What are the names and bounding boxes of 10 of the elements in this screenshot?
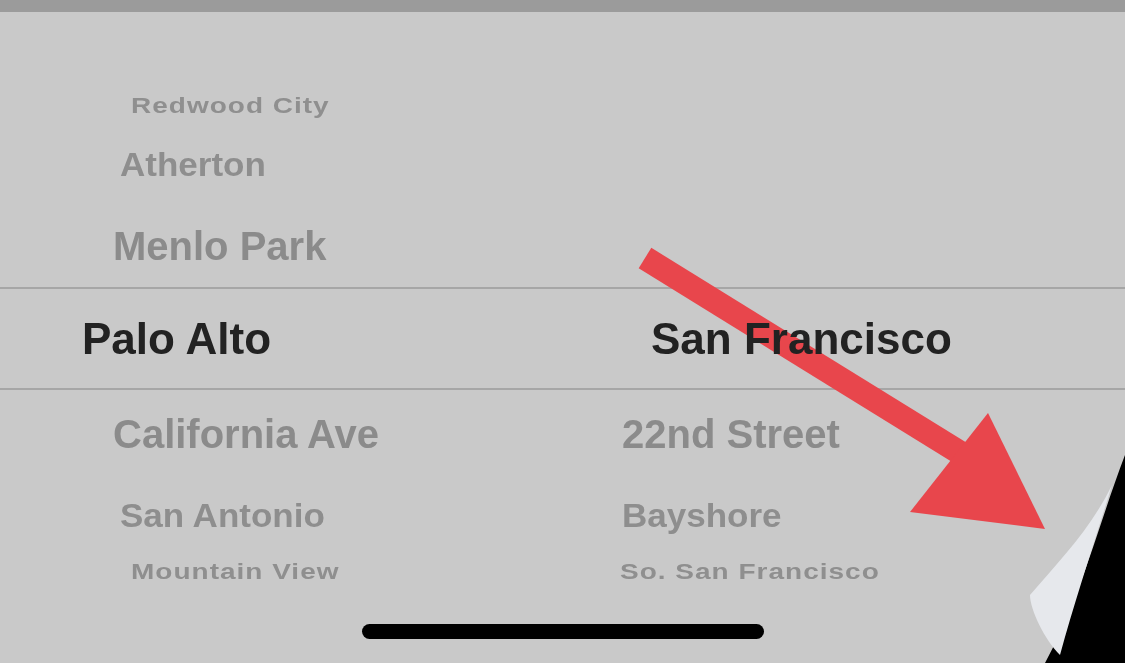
picker-option[interactable]: Atherton — [120, 147, 266, 182]
picker-option[interactable]: 22nd Street — [622, 414, 840, 454]
picker-option[interactable]: Menlo Park — [113, 226, 327, 266]
picker-option[interactable]: California Ave — [113, 414, 379, 454]
picker-option[interactable]: Bayshore — [622, 498, 782, 532]
picker-option[interactable]: Redwood City — [131, 94, 330, 118]
picker-option[interactable]: San Antonio — [120, 498, 325, 532]
picker-option[interactable]: So. San Francisco — [620, 560, 880, 584]
picker-option[interactable]: Palo Alto — [82, 316, 272, 361]
picker-option[interactable]: Mountain View — [131, 560, 340, 584]
